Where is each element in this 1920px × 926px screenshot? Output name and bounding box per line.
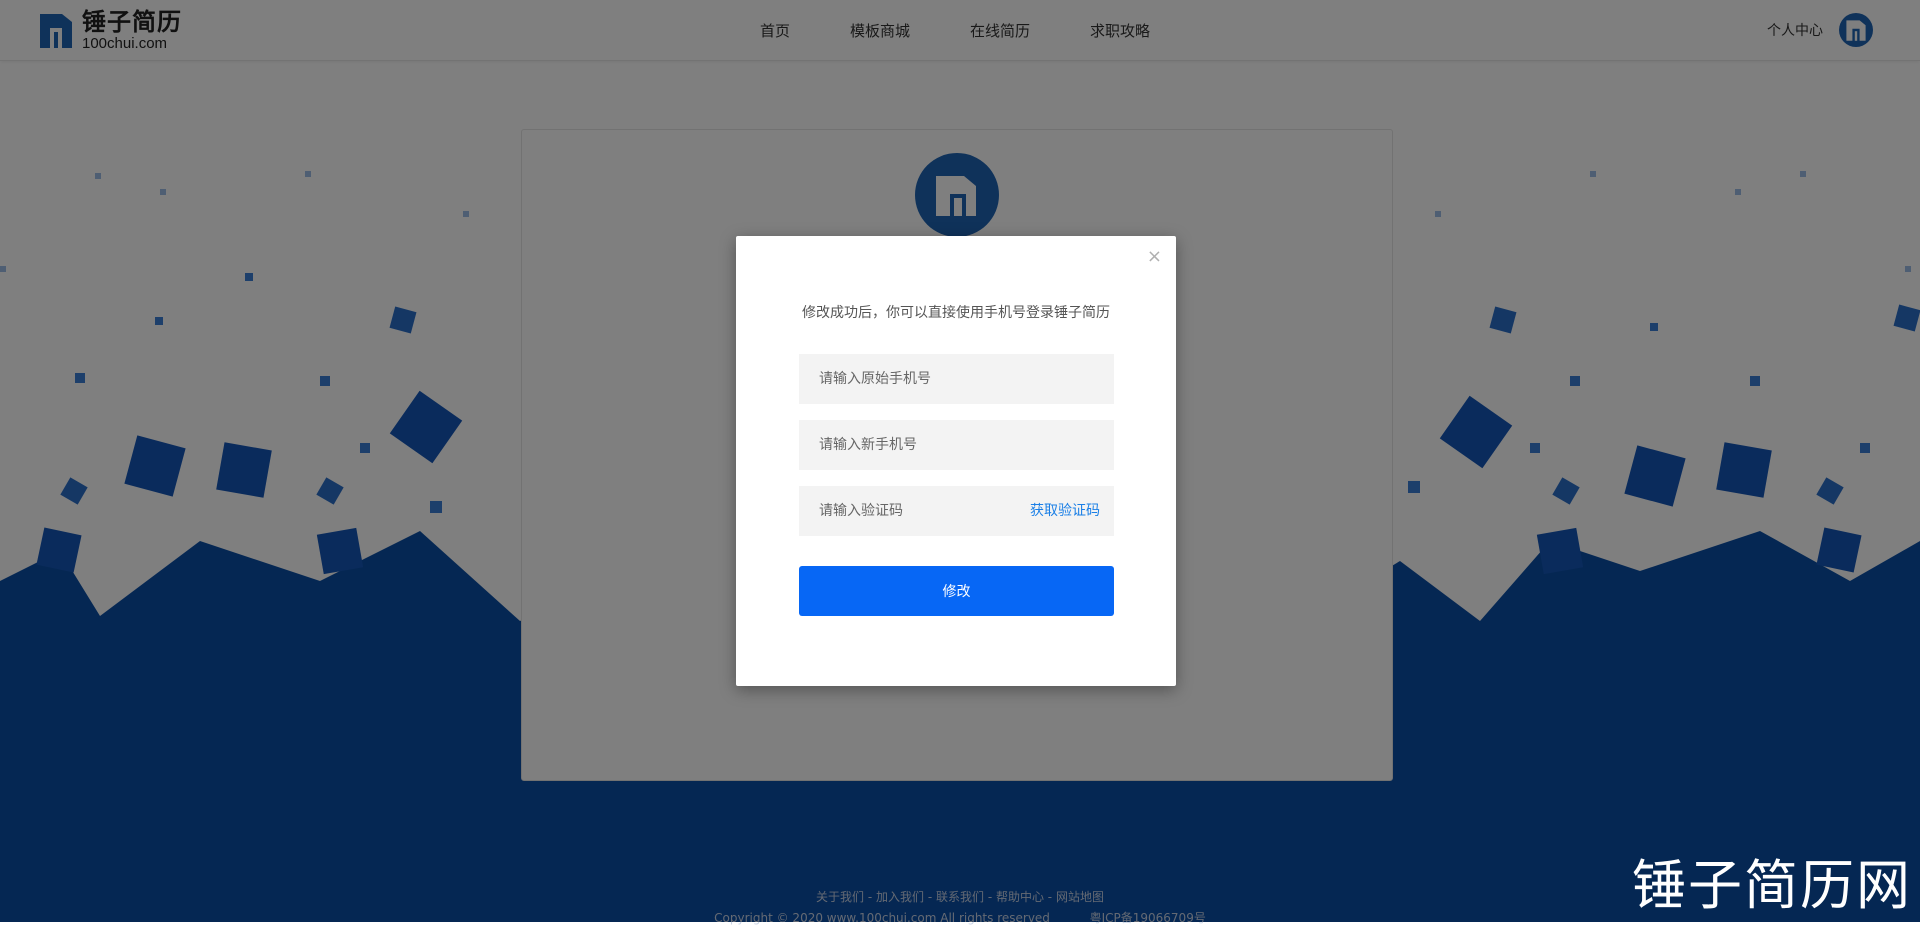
- watermark-text: 锤子简历网: [1632, 854, 1912, 917]
- submit-button[interactable]: 修改: [799, 566, 1114, 616]
- get-code-button[interactable]: 获取验证码: [1030, 486, 1100, 536]
- old-phone-input[interactable]: [799, 354, 1114, 404]
- modal-tip-text: 修改成功后，你可以直接使用手机号登录锤子简历: [802, 305, 1110, 321]
- new-phone-input[interactable]: [799, 420, 1114, 470]
- verification-code-field: 获取验证码: [799, 486, 1114, 536]
- close-icon[interactable]: ×: [1147, 248, 1162, 266]
- change-phone-modal: × 修改成功后，你可以直接使用手机号登录锤子简历 获取验证码 修改: [736, 236, 1176, 686]
- new-phone-field: [799, 420, 1114, 470]
- old-phone-field: [799, 354, 1114, 404]
